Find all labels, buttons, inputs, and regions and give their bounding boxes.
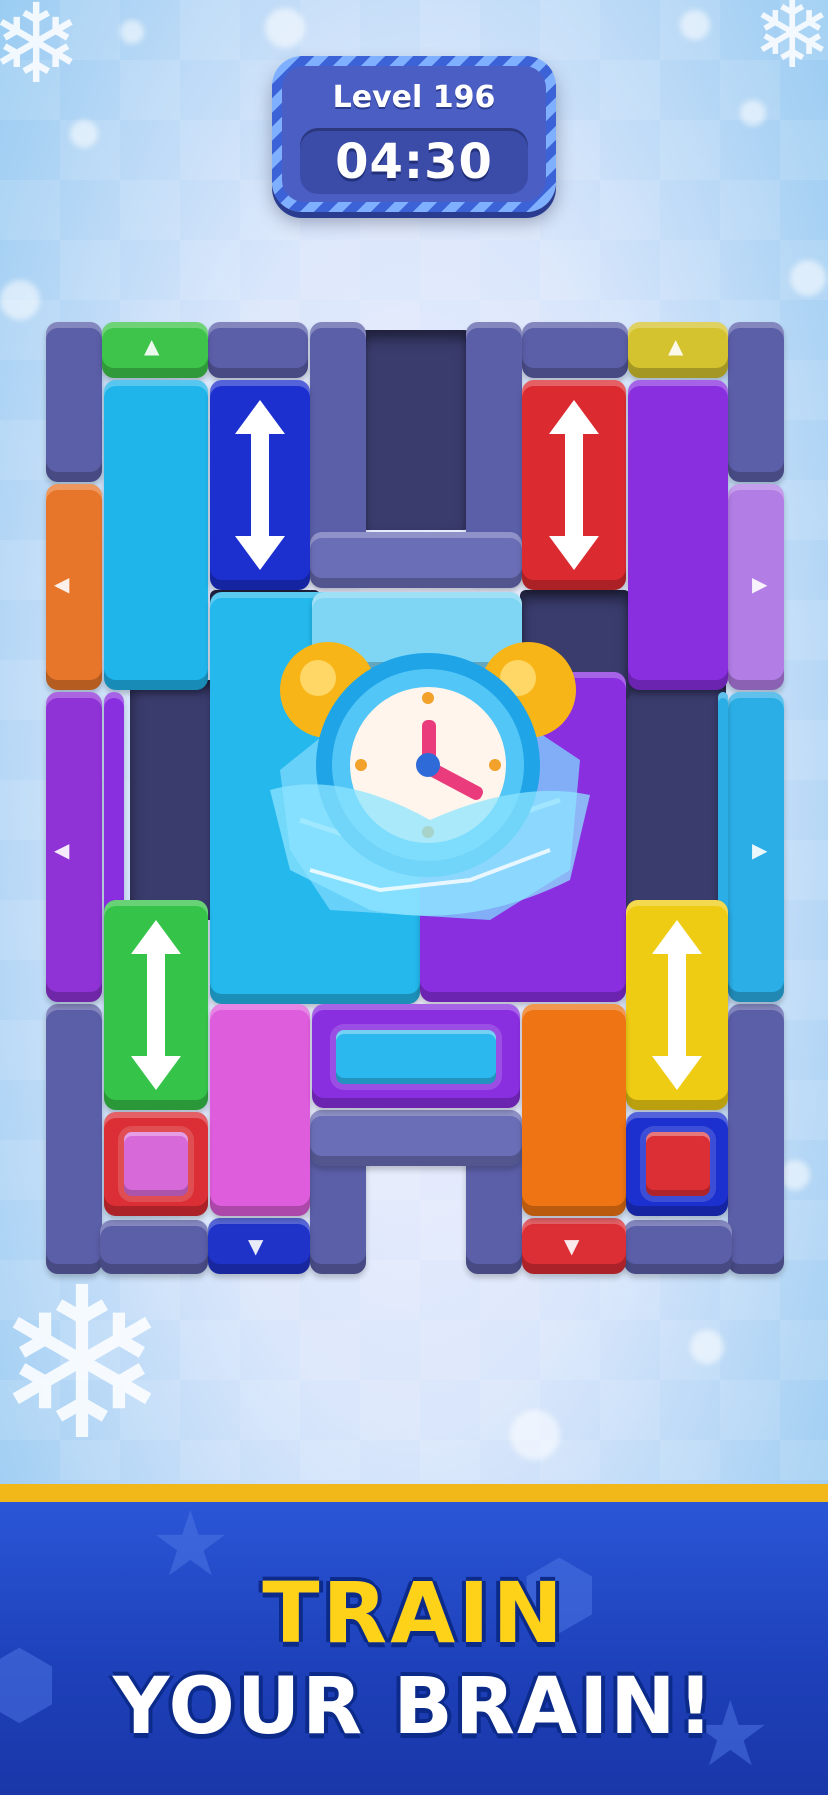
bokeh-light	[510, 1410, 560, 1460]
up-down-arrow-icon	[549, 400, 599, 570]
wall-block	[46, 1004, 102, 1274]
wall-block	[100, 1220, 208, 1274]
wall-block	[310, 1110, 522, 1166]
gem-red	[646, 1132, 710, 1196]
triangle-arrow-icon: ◀	[54, 838, 70, 862]
bokeh-light	[690, 1330, 724, 1364]
game-board: ▲ ▲ ▼ ▼ ◀ ◀ ▶ ▶	[0, 0, 828, 1300]
wall-block	[208, 322, 308, 378]
wall-block	[728, 1004, 784, 1274]
wall-block	[728, 322, 784, 482]
board-hole	[360, 330, 470, 530]
triangle-arrow-icon: ▲	[668, 334, 684, 358]
headline-train: TRAIN	[262, 1564, 566, 1662]
triangle-arrow-icon: ▲	[144, 334, 160, 358]
block-cyan-tall[interactable]	[104, 380, 208, 690]
up-down-arrow-icon	[131, 920, 181, 1090]
wall-block	[310, 532, 522, 588]
block-orange[interactable]	[522, 1004, 626, 1216]
wall-block	[46, 322, 102, 482]
block-cyan-bar	[336, 1030, 496, 1084]
triangle-arrow-icon: ◀	[54, 572, 70, 596]
gem-pink	[124, 1132, 188, 1196]
triangle-arrow-icon: ▼	[248, 1234, 264, 1258]
board-hole	[616, 680, 726, 920]
wall-block	[522, 322, 628, 378]
triangle-arrow-icon: ▶	[752, 838, 768, 862]
alarm-clock-icon[interactable]	[270, 620, 590, 950]
triangle-arrow-icon: ▶	[752, 572, 768, 596]
up-down-arrow-icon	[235, 400, 285, 570]
headline-your-brain: YOUR BRAIN!	[112, 1662, 716, 1752]
wall-block	[624, 1220, 732, 1274]
block-purple-tall[interactable]	[628, 380, 728, 690]
block-pink[interactable]	[210, 1004, 310, 1216]
promo-banner: ★ ⬢ ⬢ ★ TRAIN YOUR BRAIN!	[0, 1484, 828, 1795]
up-down-arrow-icon	[652, 920, 702, 1090]
triangle-arrow-icon: ▼	[564, 1234, 580, 1258]
